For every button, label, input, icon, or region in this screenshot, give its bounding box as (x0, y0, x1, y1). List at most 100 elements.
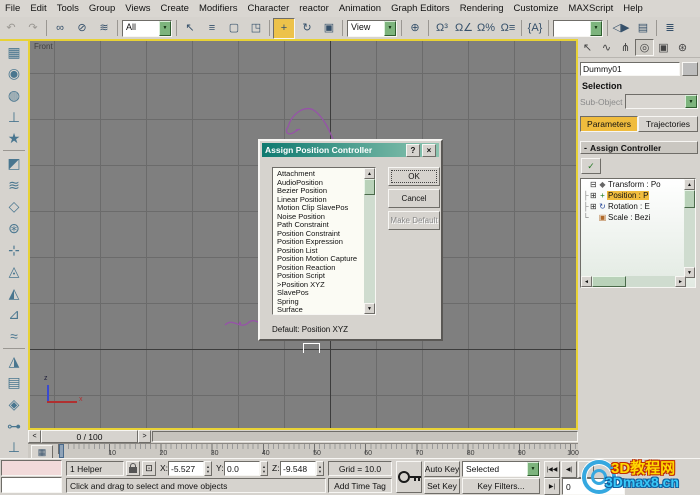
menu-item-edit[interactable]: Edit (25, 3, 51, 14)
tab-create[interactable]: ↖ (578, 39, 597, 56)
ok-button[interactable]: OK (388, 167, 440, 186)
controller-tree[interactable]: ⊟◆Transform : Po├⊞+Position : P├⊞↻Rotati… (580, 178, 696, 288)
tab-hierarchy[interactable]: ⋔ (616, 39, 635, 56)
left-toolbar-icon[interactable]: ⊿ (2, 304, 26, 326)
select-and-scale-button[interactable]: ▣ (319, 19, 339, 38)
menu-item-tools[interactable]: Tools (52, 3, 84, 14)
left-toolbar-icon[interactable]: ≋ (2, 174, 26, 196)
y-coordinate-field[interactable]: 0.0 (224, 461, 260, 476)
angle-snap-toggle-button[interactable]: Ω∠ (454, 19, 474, 38)
scroll-left-icon[interactable]: ◄ (581, 276, 592, 287)
menu-item-reactor[interactable]: reactor (294, 3, 334, 14)
auto-key-button[interactable]: Auto Key (424, 461, 460, 477)
scroll-down-icon[interactable]: ▼ (364, 303, 375, 314)
select-and-rotate-button[interactable]: ↻ (297, 19, 317, 38)
parameters-button[interactable]: Parameters (580, 116, 638, 132)
menu-item-group[interactable]: Group (84, 3, 120, 14)
y-spinner[interactable]: ▲▼ (260, 461, 268, 476)
chevron-down-icon[interactable]: ▼ (685, 95, 697, 108)
selection-lock-button[interactable] (126, 461, 140, 476)
left-toolbar-icon[interactable]: ◭ (2, 282, 26, 304)
named-selection-sets-button[interactable]: {A} (525, 19, 545, 38)
menu-item-file[interactable]: File (0, 3, 25, 14)
redo-button[interactable]: ↷ (23, 19, 43, 38)
layer-manager-button[interactable]: ≣ (660, 19, 680, 38)
track-bar-ruler[interactable]: 0102030405060708090100 (58, 444, 576, 458)
tab-display[interactable]: ▣ (654, 39, 673, 56)
tab-utilities[interactable]: ⊛ (673, 39, 692, 56)
menu-item-rendering[interactable]: Rendering (455, 3, 509, 14)
help-icon[interactable]: ? (406, 144, 420, 157)
cancel-button[interactable]: Cancel (388, 189, 440, 208)
chevron-down-icon[interactable]: ▼ (527, 462, 539, 476)
spinner-snap-toggle-button[interactable]: Ω≡ (498, 19, 518, 38)
bind-to-space-warp-button[interactable]: ≋ (94, 19, 114, 38)
chevron-down-icon[interactable]: ▼ (159, 21, 171, 36)
make-default-button[interactable]: Make Default (388, 211, 440, 230)
scrollbar-thumb[interactable] (592, 276, 626, 287)
controller-tree-row[interactable]: ⊟◆Transform : Po (581, 179, 695, 190)
select-by-name-button[interactable]: ≡ (202, 19, 222, 38)
controller-list[interactable]: AttachmentAudioPositionBezier PositionLi… (272, 167, 376, 315)
percent-snap-toggle-button[interactable]: Ω% (476, 19, 496, 38)
close-icon[interactable]: × (422, 144, 436, 157)
menu-item-maxscript[interactable]: MAXScript (563, 3, 618, 14)
scroll-right-icon[interactable]: ► (675, 276, 686, 287)
x-spinner[interactable]: ▲▼ (204, 461, 212, 476)
reference-coordinate-system-dropdown[interactable]: View▼ (347, 20, 397, 37)
tab-modify[interactable]: ∿ (597, 39, 616, 56)
snap-toggle-button[interactable]: Ω³ (432, 19, 452, 38)
menu-item-help[interactable]: Help (618, 3, 648, 14)
assign-controller-button[interactable]: ✓ (581, 158, 601, 174)
x-coordinate-field[interactable]: -5.527 (168, 461, 204, 476)
key-selection-dropdown[interactable]: Selected ▼ (462, 461, 540, 477)
undo-button[interactable]: ↶ (1, 19, 21, 38)
object-color-swatch[interactable] (682, 62, 698, 76)
menu-item-graph-editors[interactable]: Graph Editors (386, 3, 455, 14)
controller-list-item[interactable]: TCB Position (273, 315, 375, 316)
window-crossing-button[interactable]: ◳ (246, 19, 266, 38)
left-toolbar-icon[interactable]: ◈ (2, 393, 26, 415)
maxscript-mini-listener-macro[interactable] (1, 460, 62, 476)
spinner-down-icon[interactable]: ▼ (318, 469, 322, 474)
left-toolbar-icon[interactable]: ◇ (2, 195, 26, 217)
go-to-end-icon[interactable]: ▶| (544, 478, 560, 495)
add-time-tag[interactable]: Add Time Tag (328, 478, 392, 493)
left-toolbar-icon[interactable]: ◍ (2, 84, 26, 106)
current-frame-marker[interactable] (59, 444, 64, 458)
menu-item-create[interactable]: Create (155, 3, 194, 14)
z-coordinate-field[interactable]: -9.548 (280, 461, 316, 476)
menu-item-modifiers[interactable]: Modifiers (194, 3, 243, 14)
left-toolbar-icon[interactable]: ▤ (2, 371, 26, 393)
left-toolbar-icon[interactable]: ◩ (2, 152, 26, 174)
assign-controller-rollout[interactable]: - Assign Controller (580, 141, 698, 154)
use-pivot-point-center-button[interactable]: ⊕ (405, 19, 425, 38)
left-toolbar-icon[interactable]: ◉ (2, 63, 26, 85)
sub-object-dropdown[interactable]: ▼ (625, 94, 698, 109)
set-key-button[interactable]: Set Key (424, 478, 460, 494)
align-button[interactable]: ▤ (633, 19, 653, 38)
spinner-down-icon[interactable]: ▼ (206, 469, 210, 474)
rectangular-selection-region-button[interactable]: ▢ (224, 19, 244, 38)
z-spinner[interactable]: ▲▼ (316, 461, 324, 476)
key-filters-button[interactable]: Key Filters... (462, 478, 540, 494)
menu-item-views[interactable]: Views (120, 3, 155, 14)
select-object-button[interactable]: ↖ (180, 19, 200, 38)
chevron-down-icon[interactable]: ▼ (384, 21, 396, 36)
tree-horizontal-scrollbar[interactable]: ◄ ► (581, 276, 686, 287)
scrollbar-thumb[interactable] (364, 179, 375, 195)
left-toolbar-icon[interactable]: ⊛ (2, 217, 26, 239)
time-slider-groove[interactable] (152, 431, 578, 442)
controller-list-scrollbar[interactable]: ▲ ▼ (364, 168, 375, 314)
left-toolbar-icon[interactable]: ▦ (2, 41, 26, 63)
transform-typein-toggle[interactable]: ⊡ (142, 461, 156, 476)
time-slider-next-icon[interactable]: > (138, 430, 151, 443)
open-mini-curve-editor-button[interactable]: ▦ (31, 445, 53, 459)
menu-item-animation[interactable]: Animation (334, 3, 386, 14)
scrollbar-thumb[interactable] (684, 190, 695, 208)
viewport-label[interactable]: Front (34, 42, 53, 51)
set-keys-button[interactable] (396, 461, 422, 493)
tree-vertical-scrollbar[interactable]: ▲ ▼ (684, 179, 695, 278)
controller-tree-row[interactable]: ├⊞↻Rotation : E (581, 201, 695, 212)
controller-tree-row[interactable]: └▣Scale : Bezi (581, 212, 695, 223)
